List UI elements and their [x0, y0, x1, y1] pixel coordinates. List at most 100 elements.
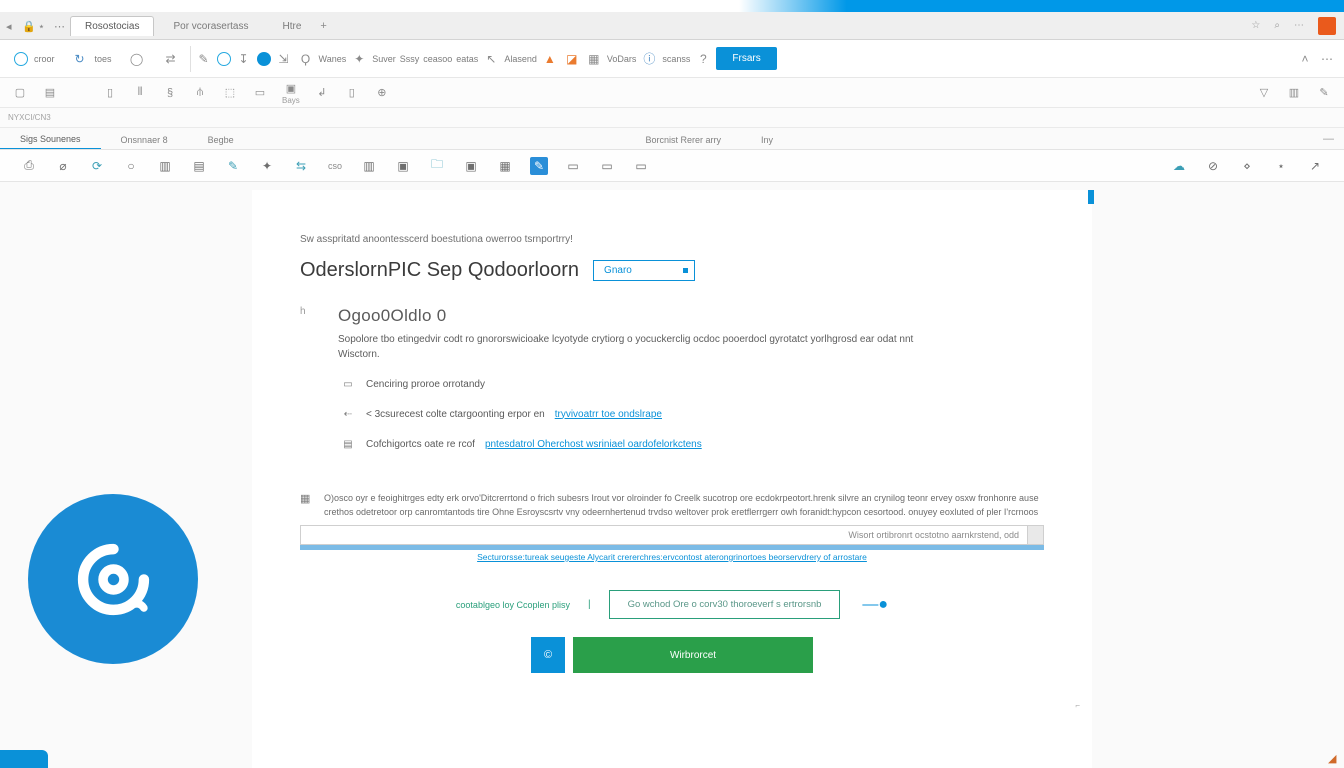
sr-icon-8[interactable]: ▭	[252, 85, 268, 101]
more-icon[interactable]: ⋯	[1318, 50, 1336, 68]
sr-icon-m2[interactable]: ▯	[344, 85, 360, 101]
document-page: Sw asspritatd anoontesscerd boestutiona …	[252, 190, 1092, 768]
sr-icon-5[interactable]: §	[162, 85, 178, 101]
fmt-icon-7[interactable]: ✦	[258, 157, 276, 175]
sr-icon-4[interactable]: ⫴	[132, 85, 148, 101]
list-item-link[interactable]: pntesdatrol Oherchost wsriniael oardofel…	[485, 439, 702, 450]
progress-caption[interactable]: Secturorsse:tureak seugeste Alycarit cre…	[300, 552, 1044, 562]
search-icon[interactable]: ⌕	[1274, 20, 1280, 31]
sr-icon-6[interactable]: ⫛	[192, 85, 208, 101]
fmt-icon-5[interactable]: ▥	[156, 157, 174, 175]
sr-icon-1[interactable]: ▢	[12, 85, 28, 101]
sr-icon-r3[interactable]: ✎	[1316, 85, 1332, 101]
collapse-icon[interactable]: ˄	[1296, 50, 1314, 68]
primary-action-button[interactable]: Frsars	[716, 47, 776, 70]
info-icon[interactable]: ⓘ	[640, 50, 658, 68]
back-icon[interactable]: ◂	[6, 20, 18, 32]
input-stepper[interactable]	[1028, 525, 1044, 545]
warn-icon[interactable]: ▲	[541, 50, 559, 68]
fmt-cloud-icon[interactable]: ☁	[1170, 157, 1188, 175]
teal-option-box[interactable]: Go wchod Ore o corv30 thoroeverf s ertro…	[609, 590, 841, 619]
fmt-icon-3[interactable]: ⟳	[88, 157, 106, 175]
list-item-text: Cofchigortcs oate re rcof	[366, 439, 475, 450]
scroll-indicator[interactable]	[1088, 190, 1094, 204]
grid-icon[interactable]: ▦	[585, 50, 603, 68]
fmt-r3-icon[interactable]: ⋆	[1272, 157, 1290, 175]
tab-3[interactable]: Htre	[268, 16, 317, 36]
resize-grip-icon[interactable]: ◢	[1328, 752, 1338, 762]
key-icon[interactable]: Ϙ	[297, 50, 315, 68]
copyright-button[interactable]: ©	[531, 637, 565, 673]
app-switcher-icon[interactable]	[1318, 17, 1336, 35]
dot-icon[interactable]	[257, 52, 271, 66]
brand-logo-icon	[66, 532, 161, 627]
subtab-close-icon[interactable]: —	[1313, 129, 1344, 149]
tab-1[interactable]: Rosostocias	[70, 16, 154, 36]
sr-icon-7[interactable]: ⬚	[222, 85, 238, 101]
subtab-1[interactable]: Sigs Sounenes	[0, 130, 101, 149]
fmt-icon-10[interactable]: ▥	[360, 157, 378, 175]
overflow-icon[interactable]: ⋯	[1294, 20, 1304, 31]
sr-icon-m1[interactable]: ↲	[314, 85, 330, 101]
bottom-accent	[0, 750, 48, 768]
refresh-icon[interactable]: ⋆	[38, 20, 50, 32]
fmt-icon-14[interactable]: ▦	[496, 157, 514, 175]
edit-icon[interactable]: ✎	[195, 50, 213, 68]
fmt-icon-4[interactable]: ○	[122, 157, 140, 175]
subtab-r2[interactable]: Iny	[741, 131, 793, 149]
fmt-highlight-icon[interactable]: ✎	[530, 157, 548, 175]
ceasoo-label: ceasoo	[423, 54, 452, 64]
sr-icon-3[interactable]: ▯	[102, 85, 118, 101]
fmt-icon-11[interactable]: ▣	[394, 157, 412, 175]
main-text-input[interactable]	[300, 525, 1028, 545]
help-icon[interactable]: ?	[694, 50, 712, 68]
flag-icon[interactable]: ◪	[563, 50, 581, 68]
fmt-icon-16[interactable]: ▭	[564, 157, 582, 175]
fmt-icon-13[interactable]: ▣	[462, 157, 480, 175]
fmt-icon-2[interactable]: ⌀	[54, 157, 72, 175]
sr-icon-r1[interactable]: ▽	[1256, 85, 1272, 101]
list-item-link[interactable]: tryvivoatrr toe ondslrape	[555, 409, 662, 420]
fmt-r4-icon[interactable]: ↗	[1306, 157, 1324, 175]
sr-icon-2[interactable]: ▤	[42, 85, 58, 101]
subtab-r1[interactable]: Borcnist Rerer arry	[625, 131, 741, 149]
step-list: ▭ Cenciring proroe orrotandy ⇠ < 3csurec…	[340, 376, 938, 452]
sr-icon-m3[interactable]: ⊕	[374, 85, 390, 101]
menu-icon[interactable]: ⋯	[54, 20, 66, 32]
title-selector[interactable]: Gnaro	[593, 260, 695, 281]
tab-2[interactable]: Por vcorasertass	[158, 16, 263, 36]
subtab-3[interactable]: Begbe	[188, 131, 254, 149]
submit-button[interactable]: Wirbrorcet	[573, 637, 813, 673]
download-icon[interactable]: ↧	[235, 50, 253, 68]
reload-icon[interactable]: ↻	[71, 50, 89, 68]
fmt-r2-icon[interactable]: ⋄	[1238, 157, 1256, 175]
list-item-text: Cenciring proroe orrotandy	[366, 379, 485, 390]
circle-icon[interactable]: ◯	[128, 50, 146, 68]
forward-icon[interactable]: ⇲	[275, 50, 293, 68]
reload-label: toes	[95, 54, 112, 64]
fmt-brush-icon[interactable]: ✎	[224, 157, 242, 175]
home-icon[interactable]	[14, 52, 28, 66]
ring-icon[interactable]	[217, 52, 231, 66]
vodars-label: VoDars	[607, 54, 637, 64]
fmt-icon-18[interactable]: ▭	[632, 157, 650, 175]
fmt-icon-17[interactable]: ▭	[598, 157, 616, 175]
sr-icon-9[interactable]: ▣	[283, 80, 299, 96]
swap-icon[interactable]: ⇄	[162, 50, 180, 68]
format-toolbar: ⎙ ⌀ ⟳ ○ ▥ ▤ ✎ ✦ ⇆ cso ▥ ▣ 🗀 ▣ ▦ ✎ ▭ ▭ ▭ …	[0, 150, 1344, 182]
cursor-icon[interactable]: ↖	[482, 50, 500, 68]
page-title: OderslornPIC Sep Qodoorloorn	[300, 259, 579, 282]
step-title: Ogoo0Oldlo 0	[338, 306, 938, 326]
star-icon[interactable]: ☆	[1251, 20, 1260, 31]
brand-badge	[28, 494, 198, 664]
teal-arrow-icon[interactable]: —●	[862, 596, 888, 614]
fmt-icon-6[interactable]: ▤	[190, 157, 208, 175]
spark-icon[interactable]: ✦	[350, 50, 368, 68]
fmt-r1-icon[interactable]: ⊘	[1204, 157, 1222, 175]
sr-icon-r2[interactable]: ▥	[1286, 85, 1302, 101]
fmt-icon-1[interactable]: ⎙	[20, 157, 38, 175]
fmt-icon-8[interactable]: ⇆	[292, 157, 310, 175]
fmt-folder-icon[interactable]: 🗀	[428, 157, 446, 175]
new-tab-icon[interactable]: +	[320, 20, 332, 32]
subtab-2[interactable]: Onsnnaer 8	[101, 131, 188, 149]
